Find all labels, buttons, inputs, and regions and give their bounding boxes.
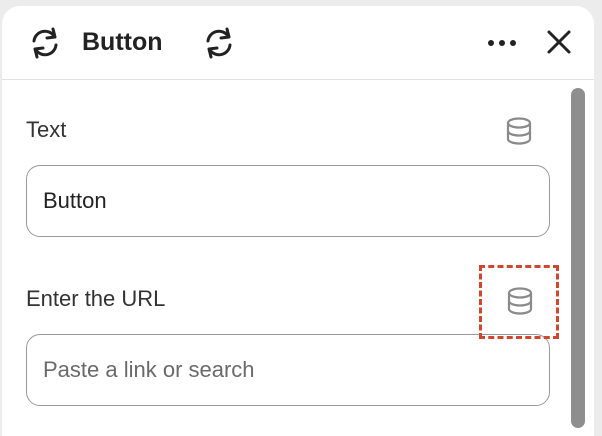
panel-title: Button: [82, 28, 163, 56]
database-icon[interactable]: [504, 116, 534, 146]
sync-icon[interactable]: [26, 26, 64, 60]
url-field-label: Enter the URL: [26, 286, 166, 311]
text-input[interactable]: [43, 188, 523, 214]
text-field[interactable]: [26, 165, 550, 237]
panel-header: Button: [2, 6, 594, 80]
scrollbar-thumb[interactable]: [571, 88, 585, 428]
url-input[interactable]: [43, 357, 523, 383]
sync-icon[interactable]: [200, 26, 238, 60]
scrollbar[interactable]: [568, 88, 588, 428]
more-horizontal-icon[interactable]: [485, 28, 519, 58]
close-icon[interactable]: [542, 28, 576, 58]
text-field-label: Text: [26, 117, 67, 142]
url-field[interactable]: [26, 334, 550, 406]
highlight-box: [479, 265, 559, 339]
settings-panel: Button Text Button Enter the URL Paste a…: [2, 6, 594, 436]
